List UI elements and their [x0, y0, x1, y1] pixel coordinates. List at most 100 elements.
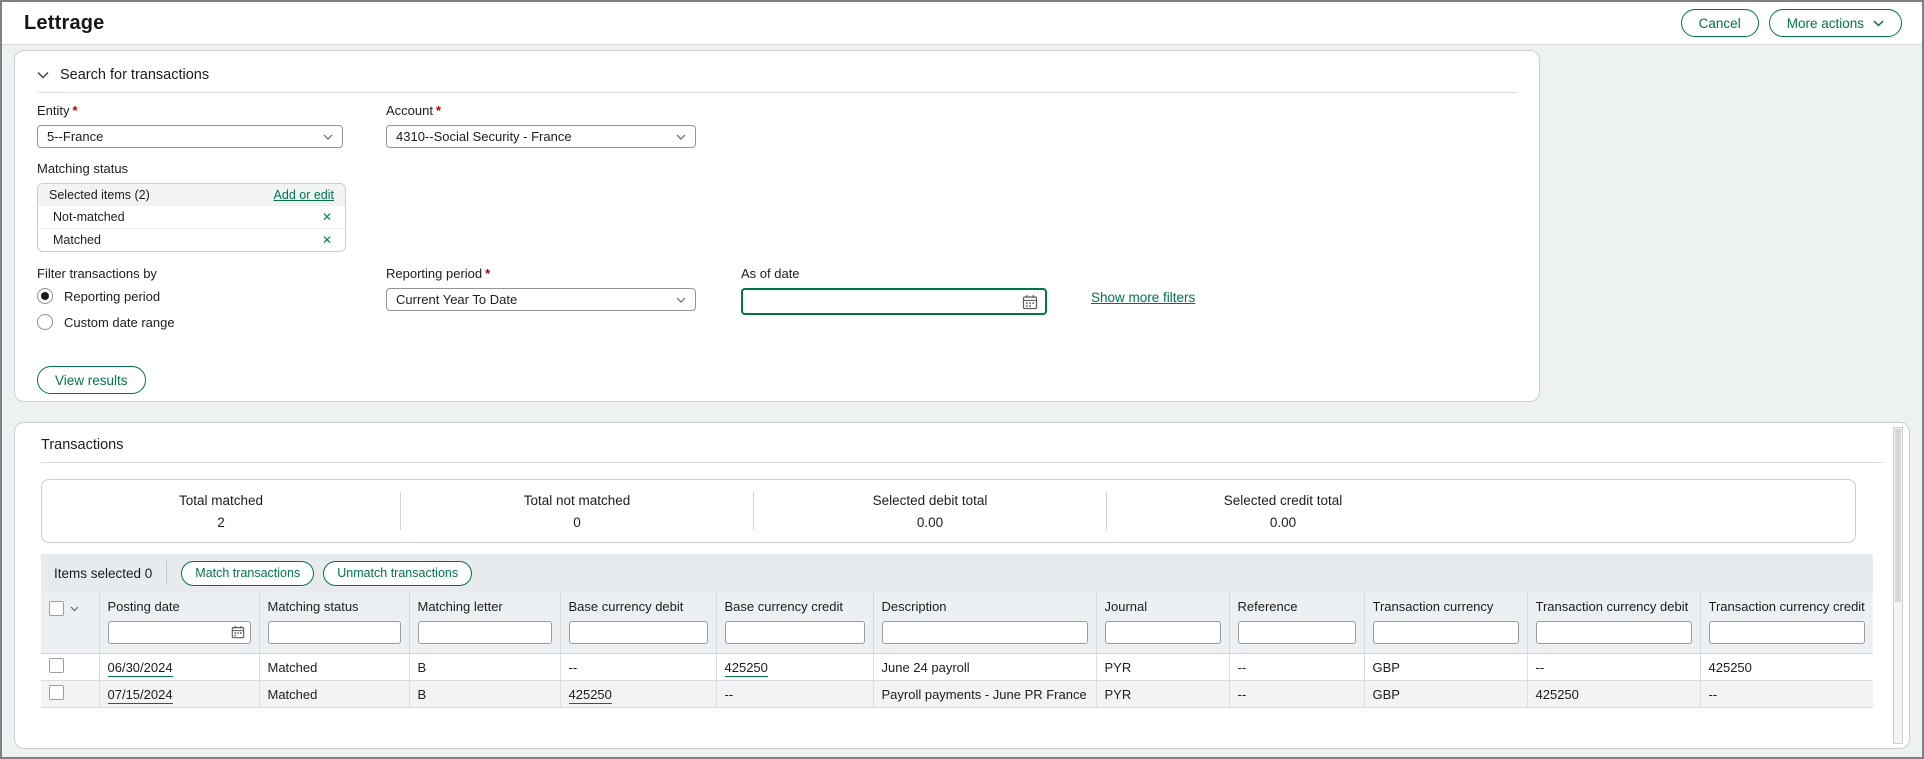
column-header-reference[interactable]: Reference	[1229, 592, 1364, 654]
filter-input-journal[interactable]	[1105, 621, 1221, 644]
column-header-posting-date[interactable]: Posting date	[99, 592, 259, 654]
match-transactions-label: Match transactions	[195, 566, 300, 580]
column-header-transaction-currency[interactable]: Transaction currency	[1364, 592, 1527, 654]
row-checkbox[interactable]	[49, 685, 64, 700]
entity-label: Entity*	[37, 103, 343, 118]
calendar-icon[interactable]	[231, 625, 245, 639]
reference-cell: --	[1229, 654, 1364, 681]
journal-cell: PYR	[1096, 654, 1229, 681]
transaction-currency-cell: GBP	[1364, 681, 1527, 708]
reporting-period-select[interactable]: Current Year To Date	[386, 288, 696, 311]
radio-reporting-label: Reporting period	[64, 289, 160, 304]
filter-by-field: Filter transactions by Reporting period …	[37, 252, 386, 340]
selected-debit-total-value: 0.00	[754, 515, 1106, 530]
show-more-filters-link[interactable]: Show more filters	[1091, 290, 1195, 340]
reporting-period-field: Reporting period* Current Year To Date	[386, 252, 696, 340]
remove-icon[interactable]: ✕	[322, 211, 332, 223]
as-of-date-field: As of date	[741, 252, 1047, 340]
match-transactions-button[interactable]: Match transactions	[181, 561, 314, 586]
base-currency-debit-cell: --	[560, 654, 716, 681]
posting-date-link[interactable]: 06/30/2024	[108, 660, 173, 677]
select-all-checkbox[interactable]	[49, 601, 64, 616]
total-matched-value: 2	[42, 515, 400, 530]
filter-input-matching-status[interactable]	[268, 621, 401, 644]
filter-input-reference[interactable]	[1238, 621, 1356, 644]
reporting-period-value: Current Year To Date	[396, 292, 517, 307]
transactions-section-title: Transactions	[41, 437, 123, 453]
chevron-down-icon	[1873, 20, 1884, 27]
filter-input-transaction-currency[interactable]	[1373, 621, 1519, 644]
radio-reporting-period[interactable]: Reporting period	[37, 288, 386, 304]
filter-input-transaction-currency-credit[interactable]	[1709, 621, 1866, 644]
cancel-button[interactable]: Cancel	[1681, 9, 1759, 37]
filter-input-base-currency-debit[interactable]	[569, 621, 708, 644]
filter-by-label: Filter transactions by	[37, 266, 386, 281]
radio-custom-date-range[interactable]: Custom date range	[37, 314, 386, 330]
transaction-currency-debit-cell: --	[1527, 654, 1700, 681]
posting-date-link[interactable]: 07/15/2024	[108, 687, 173, 704]
add-or-edit-link[interactable]: Add or edit	[274, 188, 334, 202]
column-header-base-currency-debit[interactable]: Base currency debit	[560, 592, 716, 654]
calendar-icon[interactable]	[1022, 294, 1038, 310]
matching-letter-cell: B	[409, 681, 560, 708]
column-header-transaction-currency-debit[interactable]: Transaction currency debit	[1527, 592, 1700, 654]
status-item-label: Not-matched	[53, 210, 125, 224]
remove-icon[interactable]: ✕	[322, 234, 332, 246]
matching-status-item: Not-matched ✕	[38, 206, 345, 228]
base-currency-debit-link[interactable]: 425250	[569, 687, 612, 704]
column-header-journal[interactable]: Journal	[1096, 592, 1229, 654]
matching-status-header: Selected items (2) Add or edit	[38, 184, 345, 206]
view-results-button[interactable]: View results	[37, 366, 146, 394]
journal-cell: PYR	[1096, 681, 1229, 708]
required-asterisk: *	[436, 103, 441, 118]
divider	[41, 462, 1883, 463]
scrollbar-thumb[interactable]	[1895, 429, 1901, 602]
column-header-description[interactable]: Description	[873, 592, 1096, 654]
as-of-date-input[interactable]	[741, 288, 1047, 315]
chevron-down-icon	[323, 134, 333, 140]
account-field: Account* 4310--Social Security - France	[386, 93, 696, 148]
unmatch-transactions-button[interactable]: Unmatch transactions	[323, 561, 472, 586]
vertical-scrollbar[interactable]	[1893, 427, 1903, 744]
page-header: Lettrage Cancel More actions	[2, 2, 1922, 45]
totals-summary: Total matched 2 Total not matched 0 Sele…	[41, 479, 1856, 543]
selected-credit-total: Selected credit total 0.00	[1107, 493, 1459, 530]
more-actions-button[interactable]: More actions	[1769, 9, 1902, 37]
app-window: Lettrage Cancel More actions Search for …	[0, 0, 1924, 759]
matching-status-cell: Matched	[259, 681, 409, 708]
account-select[interactable]: 4310--Social Security - France	[386, 125, 696, 148]
items-selected-label: Items selected 0	[54, 566, 152, 581]
header-actions: Cancel More actions	[1681, 9, 1902, 37]
column-header-matching-letter[interactable]: Matching letter	[409, 592, 560, 654]
matching-letter-cell: B	[409, 654, 560, 681]
search-section-header[interactable]: Search for transactions	[37, 63, 1517, 92]
entity-select[interactable]: 5--France	[37, 125, 343, 148]
column-header-transaction-currency-credit[interactable]: Transaction currency credit	[1700, 592, 1873, 654]
filter-input-description[interactable]	[882, 621, 1088, 644]
filter-input-matching-letter[interactable]	[418, 621, 552, 644]
matching-status-cell: Matched	[259, 654, 409, 681]
chevron-down-icon[interactable]	[70, 606, 79, 612]
base-currency-credit-link[interactable]: 425250	[725, 660, 768, 677]
reference-cell: --	[1229, 681, 1364, 708]
table-toolbar: Items selected 0 Match transactions Unma…	[41, 554, 1873, 592]
filter-row: Filter transactions by Reporting period …	[37, 252, 1517, 340]
account-value: 4310--Social Security - France	[396, 129, 572, 144]
filter-input-base-currency-credit[interactable]	[725, 621, 865, 644]
description-cell: June 24 payroll	[873, 654, 1096, 681]
column-header-base-currency-credit[interactable]: Base currency credit	[716, 592, 873, 654]
required-asterisk: *	[485, 266, 490, 281]
description-cell: Payroll payments - June PR France	[873, 681, 1096, 708]
matching-status-item: Matched ✕	[38, 228, 345, 251]
table-row: 07/15/2024 Matched B 425250 -- Payroll p…	[41, 681, 1873, 708]
filter-input-transaction-currency-debit[interactable]	[1536, 621, 1692, 644]
chevron-down-icon	[676, 134, 686, 140]
column-header-matching-status[interactable]: Matching status	[259, 592, 409, 654]
transactions-section-header: Transactions	[41, 433, 1883, 462]
filter-input-posting-date[interactable]	[108, 621, 251, 644]
base-currency-credit-cell: --	[716, 681, 873, 708]
row-checkbox[interactable]	[49, 658, 64, 673]
total-matched-label: Total matched	[42, 493, 400, 508]
entity-field: Entity* 5--France	[37, 93, 343, 148]
more-actions-label: More actions	[1787, 16, 1864, 31]
